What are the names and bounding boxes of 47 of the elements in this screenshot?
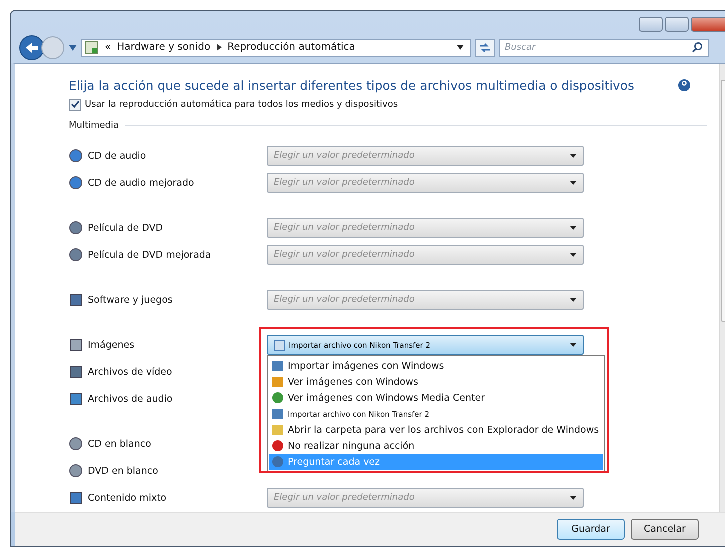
breadcrumb-item[interactable]: Hardware y sonido	[117, 42, 211, 54]
back-icon[interactable]	[19, 34, 45, 61]
refresh-icon	[479, 42, 491, 53]
media-type-label: Contenido mixto	[88, 492, 168, 504]
address-field[interactable]: « Hardware y sonido Reproducción automática	[81, 38, 471, 57]
media-type-label: Software y juegos	[88, 294, 174, 306]
section-heading: Multimedia	[69, 120, 120, 131]
caret-icon[interactable]	[570, 226, 577, 230]
dialog-button[interactable]: Guardar	[557, 518, 625, 540]
breadcrumb-item[interactable]: Reproducción automática	[228, 42, 356, 54]
caret-icon[interactable]	[570, 343, 577, 348]
refresh-button[interactable]	[475, 38, 495, 57]
media-type-label: Película de DVD	[88, 222, 164, 234]
media-type-label: CD en blanco	[88, 438, 152, 450]
media-type-label: Archivos de audio	[88, 394, 174, 405]
caret-icon[interactable]	[570, 298, 577, 302]
menu-option[interactable]: Ver imágenes con Windows Media Center	[269, 390, 603, 406]
disc-icon	[69, 176, 83, 190]
forward-icon[interactable]	[41, 36, 65, 60]
caret-icon[interactable]	[457, 45, 464, 50]
dialog-button[interactable]: Cancelar	[631, 518, 699, 540]
media-type-label: CD de audio	[88, 150, 148, 162]
media-type-label: DVD en blanco	[88, 466, 160, 477]
disc-icon	[69, 464, 83, 478]
checkbox-label: Usar la reproducción automática para todos los medios y dispositivos	[85, 100, 398, 110]
chevron-icon[interactable]	[216, 44, 222, 52]
menu-option[interactable]: Abrir la carpeta para ver los archivos con Explorador de Windows	[269, 422, 603, 438]
disc-icon	[69, 149, 83, 164]
caret-icon[interactable]	[570, 253, 577, 258]
caret-icon[interactable]	[570, 181, 577, 186]
menu-option[interactable]: No realizar ninguna acción	[269, 438, 603, 454]
menu-option[interactable]: Ver imágenes con Windows	[269, 374, 603, 390]
checkbox[interactable]	[69, 98, 81, 111]
maximize-button[interactable]	[665, 17, 689, 32]
media-type-label: CD de audio mejorado	[88, 178, 196, 189]
disc-icon	[69, 437, 83, 452]
search-icon[interactable]	[692, 42, 703, 54]
minimize-button[interactable]	[639, 17, 663, 32]
caret-icon[interactable]	[570, 496, 577, 500]
caret-icon[interactable]	[570, 154, 577, 158]
menu-option[interactable]: Importar imágenes con Windows	[269, 358, 603, 374]
overflow-marker[interactable]: «	[105, 42, 112, 54]
media-type-label: Película de DVD mejorada	[88, 250, 212, 261]
page-heading: Elija la acción que sucede al insertar diferentes tipos de archivos multimedia o dispositivos	[69, 78, 634, 93]
media-type-label: Imágenes	[88, 340, 136, 351]
media-type-label: Archivos de vídeo	[88, 366, 174, 378]
help-icon[interactable]	[678, 78, 692, 92]
